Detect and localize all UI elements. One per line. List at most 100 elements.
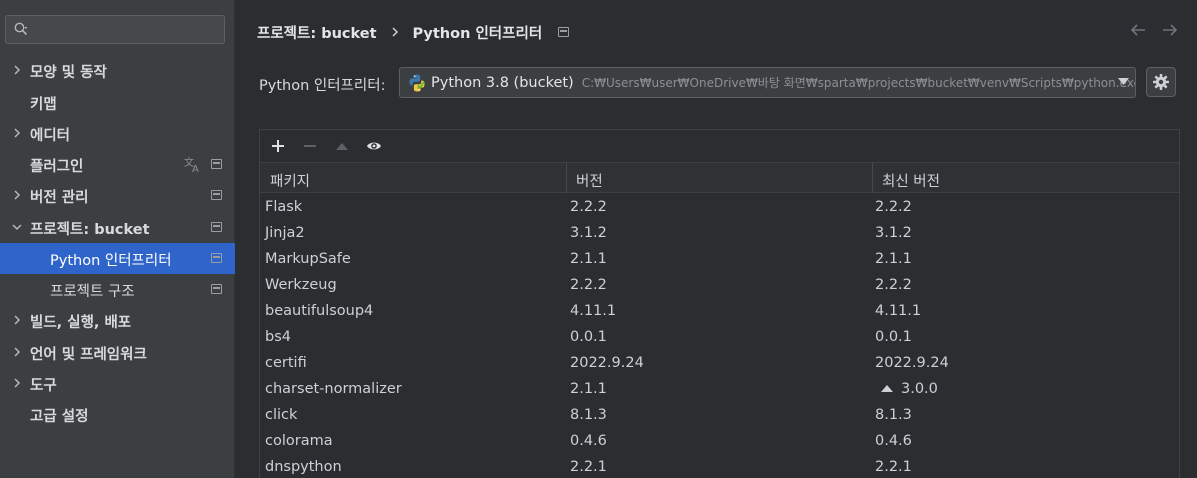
history-navigation: [1129, 22, 1179, 38]
sidebar-item-project-structure[interactable]: 프로젝트 구조: [0, 274, 235, 305]
package-latest-version: 2.2.2: [875, 199, 912, 215]
sidebar-item-plugins[interactable]: 플러그인 文 A: [0, 149, 235, 180]
add-package-button[interactable]: [262, 130, 294, 162]
package-latest-version-cell: 3.0.0: [875, 381, 938, 397]
sidebar-item-advanced-settings[interactable]: 고급 설정: [0, 399, 235, 430]
sidebar-item-build-run-deploy[interactable]: 빌드, 실행, 배포: [0, 305, 235, 336]
chevron-right-icon: [14, 190, 21, 200]
sidebar-item-label: 에디터: [30, 128, 71, 144]
sidebar-item-label: 도구: [30, 378, 57, 394]
table-row[interactable]: dnspython 2.2.1 2.2.1: [260, 456, 1179, 478]
table-row[interactable]: Jinja2 3.1.2 3.1.2: [260, 222, 1179, 248]
package-latest-version: 2.2.2: [875, 277, 912, 293]
sidebar-item-label: 프로젝트: bucket: [30, 222, 150, 238]
package-version: 2.1.1: [570, 251, 607, 267]
show-early-releases-button[interactable]: [358, 130, 390, 162]
package-version: 0.4.6: [570, 433, 607, 449]
up-arrow-icon: [336, 143, 348, 150]
package-name: Flask: [265, 199, 303, 215]
interpreter-path: C:₩Users₩user₩OneDrive₩바탕 화면₩sparta₩proj…: [581, 76, 1135, 90]
sidebar-item-label: 빌드, 실행, 배포: [30, 315, 132, 331]
table-row[interactable]: charset-normalizer 2.1.1 3.0.0: [260, 378, 1179, 404]
minus-icon: [304, 145, 316, 147]
breadcrumb-current: Python 인터프리터: [412, 25, 543, 42]
package-latest-version: 3.1.2: [875, 225, 912, 241]
settings-sidebar: 모양 및 동작 키맵 에디터 플러그인 文 A 버전 관리 프로젝트: buck…: [0, 0, 235, 478]
interpreter-select[interactable]: Python 3.8 (bucket) C:₩Users₩user₩OneDri…: [399, 67, 1136, 98]
dropdown-arrow-icon: [1118, 78, 1129, 85]
chevron-right-icon: [14, 128, 21, 138]
package-latest-version: 2.2.1: [875, 459, 912, 475]
interpreter-settings-button[interactable]: [1146, 67, 1176, 97]
breadcrumb-parent[interactable]: 프로젝트: bucket: [257, 22, 377, 43]
table-row[interactable]: MarkupSafe 2.1.1 2.1.1: [260, 248, 1179, 274]
chevron-right-icon: [392, 27, 398, 37]
chevron-right-icon: [14, 378, 21, 388]
column-header-package[interactable]: 패키지: [270, 170, 310, 191]
package-name: click: [265, 407, 298, 423]
table-row[interactable]: Werkzeug 2.2.2 2.2.2: [260, 274, 1179, 300]
search-icon: [14, 22, 28, 36]
column-divider[interactable]: [872, 163, 873, 193]
sidebar-item-appearance[interactable]: 모양 및 동작: [0, 55, 235, 86]
sidebar-item-label: 고급 설정: [30, 409, 89, 425]
sidebar-item-project[interactable]: 프로젝트: bucket: [0, 212, 235, 243]
sidebar-item-version-control[interactable]: 버전 관리: [0, 180, 235, 211]
package-name: certifi: [265, 355, 307, 371]
sidebar-item-keymap[interactable]: 키맵: [0, 87, 235, 118]
upgrade-available-icon: [881, 384, 893, 392]
table-row[interactable]: Flask 2.2.2 2.2.2: [260, 196, 1179, 222]
package-name: Werkzeug: [265, 277, 337, 293]
sidebar-item-label: 플러그인: [30, 159, 84, 175]
project-level-icon: [211, 253, 222, 263]
package-latest-version: 8.1.3: [875, 407, 912, 423]
forward-arrow-icon[interactable]: [1161, 22, 1179, 38]
column-divider[interactable]: [566, 163, 567, 193]
table-row[interactable]: certifi 2022.9.24 2022.9.24: [260, 352, 1179, 378]
upgrade-package-button[interactable]: [326, 130, 358, 162]
packages-toolbar: [260, 130, 1179, 162]
chevron-right-icon: [14, 347, 21, 357]
remove-package-button[interactable]: [294, 130, 326, 162]
sidebar-item-editor[interactable]: 에디터: [0, 118, 235, 149]
package-latest-version: 0.0.1: [875, 329, 912, 345]
package-version: 2.1.1: [570, 381, 607, 397]
table-row[interactable]: click 8.1.3 8.1.3: [260, 404, 1179, 430]
table-row[interactable]: beautifulsoup4 4.11.1 4.11.1: [260, 300, 1179, 326]
chevron-down-icon: [12, 224, 22, 231]
interpreter-label: Python 인터프리터:: [259, 78, 386, 94]
table-row[interactable]: colorama 0.4.6 0.4.6: [260, 430, 1179, 456]
packages-panel: 패키지 버전 최신 버전 Flask 2.2.2 2.2.2 Jinja2 3.1.2…: [259, 129, 1180, 478]
translate-icon: 文 A: [184, 156, 199, 173]
table-row[interactable]: bs4 0.0.1 0.0.1: [260, 326, 1179, 352]
project-level-icon: [211, 284, 222, 294]
settings-content: 프로젝트: bucket Python 인터프리터 Python 인터프리터: …: [236, 0, 1197, 478]
python-logo-icon: [409, 74, 425, 91]
project-level-icon: [211, 159, 222, 169]
package-name: bs4: [265, 329, 291, 345]
sidebar-item-label: 언어 및 프레임워크: [30, 347, 147, 363]
chevron-right-icon: [14, 315, 21, 325]
breadcrumb: 프로젝트: bucket Python 인터프리터: [257, 21, 570, 43]
sidebar-item-label: 버전 관리: [30, 190, 89, 206]
eye-icon: [367, 142, 381, 150]
settings-search-input[interactable]: [5, 15, 225, 44]
sidebar-item-label: 키맵: [30, 97, 57, 113]
sidebar-item-python-interpreter[interactable]: Python 인터프리터: [0, 243, 235, 274]
package-version: 0.0.1: [570, 329, 607, 345]
plus-icon: [272, 140, 284, 152]
package-version: 3.1.2: [570, 225, 607, 241]
column-header-latest-version[interactable]: 최신 버전: [882, 170, 940, 191]
back-arrow-icon[interactable]: [1129, 22, 1147, 38]
sidebar-item-tools[interactable]: 도구: [0, 368, 235, 399]
package-latest-version: 4.11.1: [875, 303, 922, 319]
sidebar-item-languages-frameworks[interactable]: 언어 및 프레임워크: [0, 337, 235, 368]
sidebar-item-label: Python 인터프리터: [50, 253, 172, 269]
package-name: dnspython: [265, 459, 342, 475]
sidebar-item-label: 프로젝트 구조: [50, 284, 135, 300]
sidebar-item-label: 모양 및 동작: [30, 65, 107, 81]
packages-table-body: Flask 2.2.2 2.2.2 Jinja2 3.1.2 3.1.2 MarkupS…: [260, 196, 1179, 478]
svg-text:A: A: [192, 164, 199, 173]
column-header-version[interactable]: 버전: [576, 170, 603, 191]
project-level-icon: [558, 27, 570, 37]
